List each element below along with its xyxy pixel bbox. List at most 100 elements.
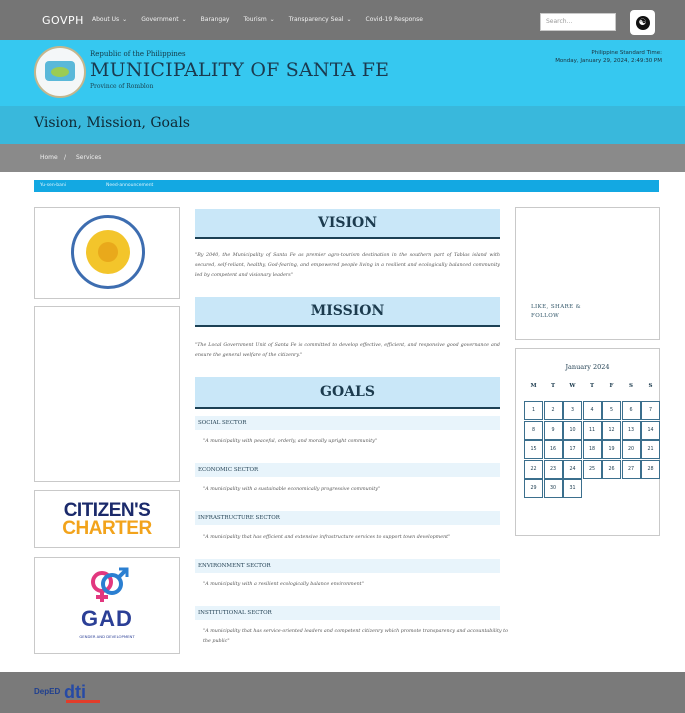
citizens-charter-banner[interactable]: CITIZEN'S CHARTER	[34, 490, 180, 548]
calendar-day[interactable]: 23	[543, 459, 563, 479]
calendar-weekday: T	[589, 383, 595, 389]
site-title[interactable]: MUNICIPALITY OF SANTA FE	[90, 59, 389, 81]
nav-item-label: Covid-19 Response	[365, 16, 423, 23]
breadcrumb: Home / Services	[0, 144, 685, 172]
footer: DepED dti	[0, 672, 685, 713]
calendar-day[interactable]: 16	[543, 440, 563, 459]
goal-text: "A municipality that has efficient and e…	[203, 535, 451, 540]
calendar-day[interactable]: 1	[524, 401, 543, 420]
calendar-day[interactable]: 4	[582, 401, 602, 420]
chevron-down-icon: ⌄	[181, 16, 187, 23]
deped-logo[interactable]: DepED	[34, 687, 60, 696]
breadcrumb-services[interactable]: Services	[76, 154, 101, 161]
goal-sector: INSTITUTIONAL SECTOR	[195, 606, 500, 620]
vision-heading: VISION	[195, 209, 500, 239]
goal-text: "A municipality that has service-oriente…	[203, 629, 508, 644]
masthead: Republic of the Philippines MUNICIPALITY…	[0, 40, 685, 106]
nav-item[interactable]: Covid-19 Response	[366, 16, 423, 23]
mission-statement: "The Local Government Unit of Santa Fe i…	[195, 343, 500, 358]
goals-heading: GOALS	[195, 377, 500, 409]
calendar-weekday: T	[550, 383, 556, 389]
like-share-follow-label: LIKE, SHARE & FOLLOW	[531, 304, 581, 319]
nav-item[interactable]: About Us ⌄	[92, 16, 127, 23]
calendar-day[interactable]: 14	[641, 420, 660, 440]
mission-heading: MISSION	[195, 297, 500, 327]
govph-link[interactable]: GOVPH	[42, 14, 84, 27]
calendar-day[interactable]: 10	[563, 420, 582, 440]
page-title: Vision, Mission, Goals	[34, 115, 190, 131]
gad-title: GAD	[81, 606, 133, 631]
vision-statement: "By 2040, the Municipality of Santa Fe a…	[195, 253, 500, 278]
goal-sector: ENVIRONMENT SECTOR	[195, 559, 500, 573]
accessibility-button[interactable]: ☯	[630, 10, 655, 35]
announcement-ticker: Yu-sen-bani Need-announcement	[34, 180, 659, 192]
calendar-weekday: F	[609, 383, 614, 389]
calendar-weekday: M	[530, 383, 537, 389]
top-navbar: GOVPH About Us ⌄ Government ⌄ Barangay Touris…	[0, 0, 685, 40]
ticker-item[interactable]: Yu-sen-bani	[40, 183, 66, 188]
republic-label: Republic of the Philippines	[90, 50, 186, 58]
calendar-weekday: S	[648, 383, 653, 389]
nav-item-label: Government	[141, 16, 179, 23]
calendar-day[interactable]: 15	[524, 440, 543, 459]
province-seal-widget	[34, 207, 180, 299]
calendar-day[interactable]: 12	[602, 420, 621, 440]
calendar-widget: January 2024 M T W T F S S 1 2 3 4 5 6 7 8 9 10 11 12 13 14 1…	[515, 348, 660, 536]
dti-logo[interactable]: dti	[64, 681, 102, 703]
ticker-item[interactable]: Need-announcement	[106, 183, 153, 188]
calendar-day[interactable]: 20	[621, 440, 641, 459]
gad-banner[interactable]: GAD GENDER AND DEVELOPMENT	[34, 557, 180, 654]
goal-text: "A municipality with a sustainable econo…	[203, 487, 381, 492]
goal-sector: INFRASTRUCTURE SECTOR	[195, 511, 500, 525]
nav-item-label: Barangay	[200, 16, 230, 23]
search-input[interactable]: Search...	[540, 13, 616, 31]
calendar-day[interactable]: 11	[582, 420, 602, 440]
goal-text: "A municipality with peaceful, orderly, …	[203, 439, 378, 444]
calendar-day[interactable]: 2	[543, 401, 563, 420]
calendar-day[interactable]: 27	[621, 459, 641, 479]
calendar-day[interactable]: 17	[563, 440, 582, 459]
calendar-day[interactable]: 3	[563, 401, 582, 420]
calendar-day[interactable]: 18	[582, 440, 602, 459]
chevron-down-icon: ⌄	[269, 16, 275, 23]
charter-line-2: CHARTER	[62, 518, 152, 539]
province-seal-logo	[71, 215, 145, 289]
breadcrumb-separator: /	[64, 154, 67, 161]
empty-widget	[34, 306, 180, 482]
calendar-day[interactable]: 6	[621, 401, 641, 420]
main-nav: About Us ⌄ Government ⌄ Barangay Tourism ⌄ Tran…	[92, 16, 423, 23]
calendar-day[interactable]: 9	[543, 420, 563, 440]
calendar-day[interactable]: 7	[641, 401, 660, 420]
calendar-day[interactable]: 31	[563, 479, 582, 498]
chevron-down-icon: ⌄	[122, 16, 128, 23]
pst-datetime: Monday, January 29, 2024, 2:49:30 PM	[555, 58, 662, 64]
calendar-day[interactable]: 5	[602, 401, 621, 420]
calendar-day[interactable]: 22	[524, 459, 543, 479]
gender-symbol-icon	[91, 567, 129, 602]
pst-label: Philippine Standard Time:	[591, 50, 662, 56]
municipal-seal-logo[interactable]	[34, 46, 86, 98]
breadcrumb-home[interactable]: Home	[40, 154, 58, 161]
calendar-day[interactable]: 13	[621, 420, 641, 440]
calendar-day[interactable]: 29	[524, 479, 543, 498]
goal-sector: SOCIAL SECTOR	[195, 416, 500, 430]
calendar-day[interactable]: 28	[641, 459, 660, 479]
calendar-weekday: S	[629, 383, 633, 389]
calendar-day[interactable]: 24	[563, 459, 582, 479]
chevron-down-icon: ⌄	[346, 16, 352, 23]
calendar-day[interactable]: 21	[641, 440, 660, 459]
philippine-standard-time: Philippine Standard Time: Monday, Januar…	[555, 49, 662, 65]
calendar-day[interactable]: 8	[524, 420, 543, 440]
social-widget: LIKE, SHARE & FOLLOW	[515, 207, 660, 340]
calendar-day[interactable]: 25	[582, 459, 602, 479]
calendar-day[interactable]: 26	[602, 459, 621, 479]
goal-text: "A municipality with a resilient ecologi…	[203, 582, 364, 587]
nav-item[interactable]: Transparency Seal ⌄	[289, 16, 352, 23]
nav-item-label: Tourism	[243, 16, 267, 23]
page-title-bar: Vision, Mission, Goals	[0, 106, 685, 144]
calendar-day[interactable]: 19	[602, 440, 621, 459]
nav-item[interactable]: Barangay	[201, 16, 230, 23]
nav-item[interactable]: Government ⌄	[141, 16, 186, 23]
nav-item[interactable]: Tourism ⌄	[243, 16, 274, 23]
calendar-day[interactable]: 30	[543, 479, 563, 498]
